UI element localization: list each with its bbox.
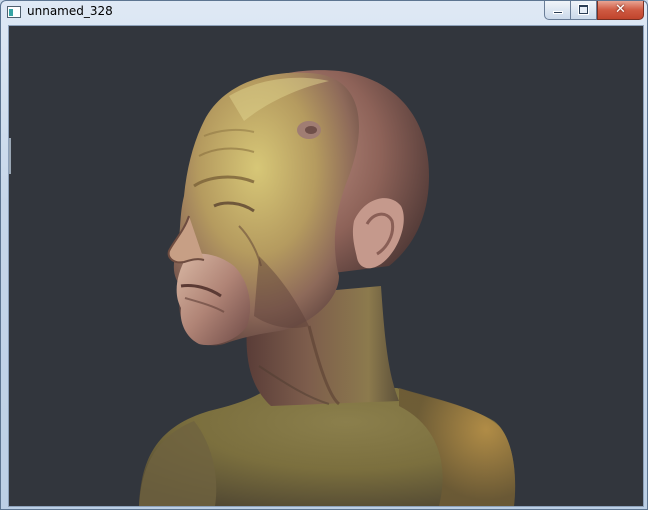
window-title: unnamed_328 (27, 4, 113, 18)
title-bar[interactable]: unnamed_328 ✕ (1, 1, 647, 25)
close-button[interactable]: ✕ (597, 1, 644, 20)
sculpted-head-render (139, 70, 516, 506)
app-icon[interactable] (7, 6, 21, 18)
app-window: unnamed_328 ✕ (0, 0, 648, 510)
minimize-button[interactable] (544, 1, 571, 20)
close-icon: ✕ (615, 2, 626, 17)
render-viewport[interactable] (8, 25, 644, 507)
minimize-icon (553, 11, 563, 14)
maximize-icon (579, 5, 588, 14)
maximize-button[interactable] (570, 1, 597, 20)
viewport-edge-mark (9, 138, 11, 174)
